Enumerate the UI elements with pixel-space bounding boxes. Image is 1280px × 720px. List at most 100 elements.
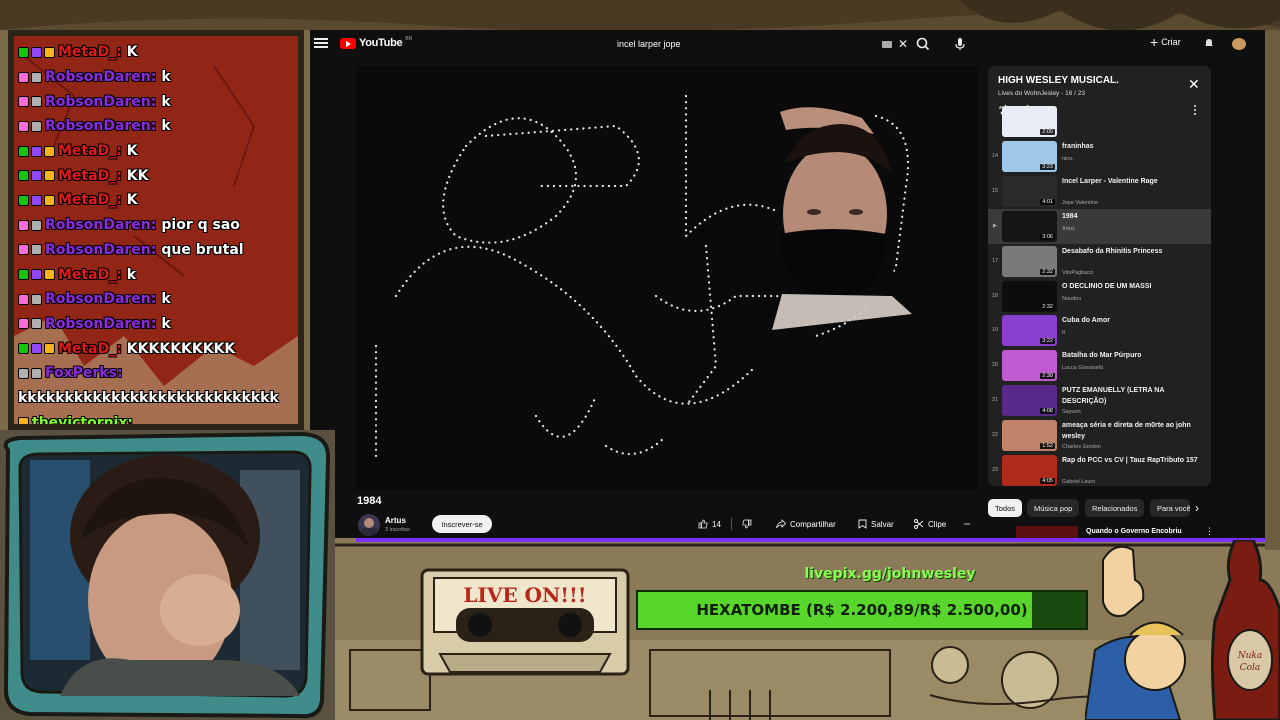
chat-badge-icon [31, 367, 42, 379]
microphone-icon[interactable] [950, 34, 970, 54]
chip-for-you[interactable]: Para você [1150, 499, 1190, 517]
share-button[interactable]: Compartilhar [770, 515, 842, 533]
chat-username[interactable]: FoxPerks [45, 365, 117, 381]
playlist-item[interactable]: 14 3:23 franinhas nino. [988, 139, 1211, 174]
chat-message: RobsonDaren: k [18, 312, 298, 337]
chat-username[interactable]: RobsonDaren [45, 291, 151, 307]
playlist-item-duration: 4:05 [1040, 478, 1055, 485]
chat-separator: : [116, 365, 123, 382]
chat-separator: : [150, 118, 157, 135]
chat-username[interactable]: RobsonDaren [45, 69, 151, 85]
chat-username[interactable]: RobsonDaren [45, 94, 151, 110]
dot-art-stroke [604, 244, 718, 456]
playlist-item[interactable]: 17 2:32 Desabafo da Rhinitis Princess VitoP… [988, 244, 1211, 279]
clear-search-icon[interactable]: ✕ [898, 38, 908, 50]
chat-badge-icon [18, 194, 29, 206]
search-icon[interactable] [913, 34, 933, 54]
chip-related[interactable]: Relacionados [1085, 499, 1145, 517]
chat-badges [18, 120, 42, 132]
subscribe-button[interactable]: Inscrever-se [432, 515, 492, 533]
chat-username[interactable]: MetaD_ [58, 168, 116, 184]
user-avatar[interactable] [1232, 38, 1246, 50]
playlist-item[interactable]: ▶ 3:06 1984 Artus [988, 208, 1211, 244]
chat-badge-icon [31, 170, 42, 182]
video-title: 1984 [357, 495, 382, 507]
search-input[interactable] [608, 39, 882, 49]
chat-message: RobsonDaren: k [18, 114, 298, 139]
chip-all[interactable]: Todos [988, 499, 1023, 517]
save-button[interactable]: Salvar [852, 515, 900, 533]
chat-username[interactable]: RobsonDaren [45, 242, 151, 258]
thumbs-up-icon[interactable] [698, 519, 708, 529]
playlist-item-thumbnail: 3:22 [1002, 315, 1057, 347]
create-button[interactable]: + Criar [1150, 35, 1181, 49]
notification-bell-icon[interactable] [1203, 37, 1215, 49]
recommendation-title: Quando o Governo Encobriu [1086, 528, 1182, 535]
playlist-menu-icon[interactable] [1193, 104, 1197, 116]
chat-username[interactable]: RobsonDaren [45, 118, 151, 134]
chat-username[interactable]: RobsonDaren [45, 217, 151, 233]
thumbs-down-icon[interactable] [742, 519, 752, 529]
chat-username[interactable]: RobsonDaren [45, 316, 151, 332]
playlist-item-channel: nino. [1062, 156, 1074, 162]
save-label: Salvar [871, 519, 894, 529]
chat-text: que brutal [161, 241, 244, 258]
playlist-item-channel: Jope Valentine [1062, 199, 1098, 206]
chat-username[interactable]: MetaD_ [58, 44, 116, 60]
playlist-item[interactable]: 20 2:30 Batalha do Mar Púrpuro Lucca Giovan… [988, 348, 1211, 383]
chat-separator: : [116, 340, 122, 357]
playlist-item-title: ameaça séria e direta de m0rte ao john w… [1062, 422, 1191, 440]
playlist-item[interactable]: 23 4:05 Rap do PCC vs CV | Tauz RapTributo… [988, 453, 1211, 486]
chat-badge-icon [18, 417, 29, 424]
playlist-item-duration: 2:30 [1040, 373, 1055, 380]
chat-separator: : [150, 241, 157, 258]
close-icon[interactable]: ✕ [1188, 77, 1200, 91]
playlist-item[interactable]: 15 4:01 Incel Larper - Valentine Rage Jope … [988, 174, 1211, 209]
youtube-logo-text: YouTube [359, 37, 403, 49]
chat-username[interactable]: MetaD_ [58, 143, 116, 159]
playlist-item[interactable]: 2:00 [988, 106, 1211, 139]
playlist-item-index: 19 [991, 327, 999, 334]
recommendation-menu-icon[interactable]: ⋮ [1205, 526, 1214, 537]
next-recommendation[interactable]: Quando o Governo Encobriu ⋮ [988, 526, 1265, 538]
playlist-item-thumbnail: 3:23 [1002, 141, 1057, 172]
chat-message: MetaD_: KK [18, 163, 298, 188]
chat-username[interactable]: MetaD_ [58, 267, 116, 283]
chat-message: kkkkkkkkkkkkkkkkkkkkkkkkkkkk [18, 386, 298, 411]
chat-username[interactable]: MetaD_ [58, 341, 116, 357]
chat-username[interactable]: MetaD_ [58, 192, 116, 208]
playlist-title[interactable]: HIGH WESLEY MUSICAL. [998, 75, 1119, 86]
youtube-play-icon [340, 37, 356, 49]
menu-icon[interactable] [314, 36, 328, 50]
playlist-item-index: 21 [991, 397, 999, 404]
playlist-item[interactable]: 21 4:08 PUTZ EMANUELLY (LETRA NA DESCRIÇÃO… [988, 383, 1211, 418]
clip-button[interactable]: Clipe [908, 515, 952, 533]
chevron-right-icon[interactable]: › [1195, 502, 1199, 514]
more-actions-icon[interactable] [958, 515, 976, 533]
chat-message: RobsonDaren: que brutal [18, 238, 298, 263]
playlist-item-duration: 3:23 [1040, 164, 1055, 170]
chat-badge-icon [31, 269, 42, 281]
video-player[interactable] [356, 66, 978, 490]
like-count[interactable]: 14 [712, 520, 721, 529]
playlist-items: 2:00 14 3:23 franinhas nino. 15 4:01 Incel Larp… [988, 106, 1211, 486]
playlist-item[interactable]: 18 2:32 O DECLINIO DE UM MASSI Noudou [988, 279, 1211, 314]
playlist-item-duration: 3:06 [1040, 233, 1055, 240]
youtube-logo[interactable]: YouTube BR [340, 36, 412, 49]
channel-name[interactable]: Artus [385, 516, 406, 525]
chat-text: K [126, 143, 138, 160]
chat-username[interactable]: thevictornix [32, 415, 127, 424]
channel-avatar[interactable] [358, 514, 380, 536]
playlist-item-thumbnail: 2:32 [1002, 245, 1057, 277]
playlist-item[interactable]: 22 1:52 ameaça séria e direta de m0rte ao … [988, 418, 1211, 453]
keyboard-icon[interactable] [881, 40, 892, 48]
playlist-item-index: 14 [991, 153, 999, 159]
playlist-item[interactable]: 19 3:22 Cuba do Amor tt [988, 313, 1211, 348]
chip-pop-music[interactable]: Música pop [1027, 499, 1080, 517]
chat-badge-icon [31, 293, 42, 305]
cassette-tape-illustration: LIVE ON!!! [420, 568, 630, 676]
chat-badge-icon [18, 244, 29, 256]
like-divider [730, 518, 732, 530]
chat-badge-icon [44, 194, 55, 206]
chat-message: RobsonDaren: k [18, 89, 298, 114]
